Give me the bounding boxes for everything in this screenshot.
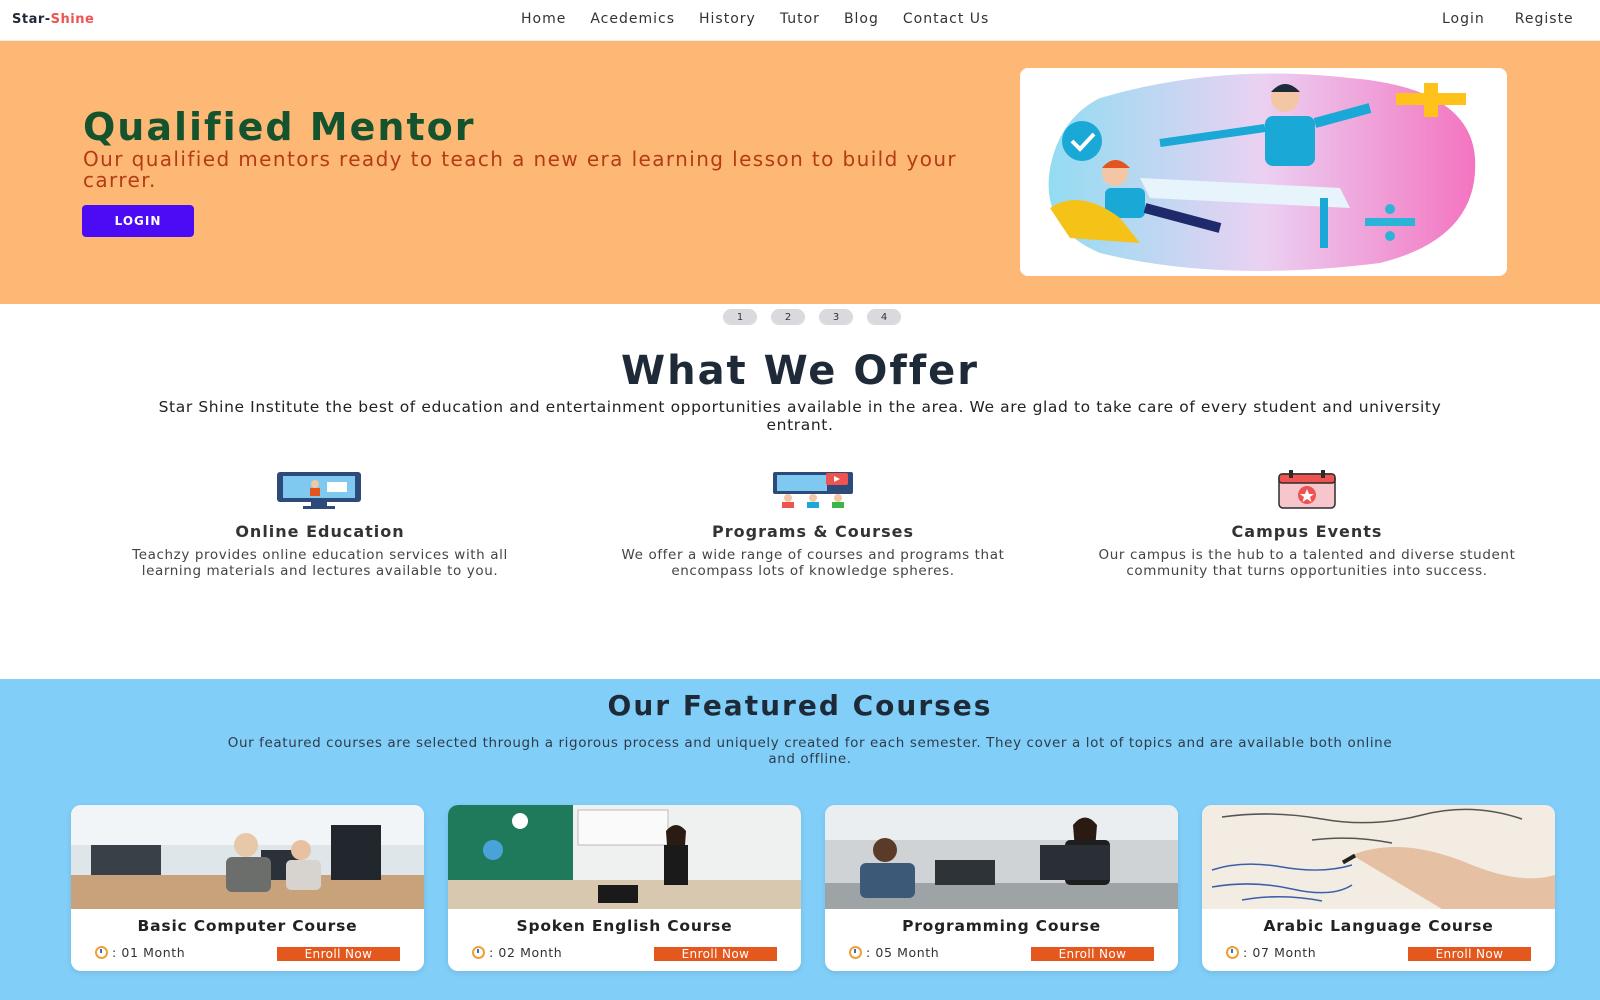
nav-register[interactable]: Registe bbox=[1515, 11, 1574, 27]
featured-courses-section: Our Featured Courses Our featured course… bbox=[0, 679, 1600, 1000]
nav-home[interactable]: Home bbox=[521, 11, 566, 27]
course-duration: : 05 Month bbox=[849, 945, 939, 960]
clock-icon bbox=[849, 946, 862, 959]
enroll-now-button[interactable]: Enroll Now bbox=[277, 947, 400, 961]
brand-part2: Shine bbox=[50, 12, 95, 27]
duration-text: : 05 Month bbox=[866, 945, 940, 960]
nav-tutor[interactable]: Tutor bbox=[780, 11, 820, 27]
nav-blog[interactable]: Blog bbox=[844, 11, 879, 27]
enroll-now-button[interactable]: Enroll Now bbox=[1031, 947, 1154, 961]
brand-logo[interactable]: Star-Shine bbox=[12, 12, 94, 27]
feature-description: Teachzy provides online education servic… bbox=[132, 547, 508, 579]
hero-carousel: Qualified Mentor Our qualified mentors r… bbox=[0, 41, 1600, 304]
courses-subtitle: Our featured courses are selected throug… bbox=[227, 735, 1393, 767]
programs-courses-icon bbox=[768, 470, 858, 510]
hero-subtitle: Our qualified mentors ready to teach a n… bbox=[83, 147, 958, 192]
course-duration: : 07 Month bbox=[1226, 945, 1316, 960]
enroll-now-button[interactable]: Enroll Now bbox=[654, 947, 777, 961]
feature-title: Programs & Courses bbox=[712, 522, 914, 541]
nav-history[interactable]: History bbox=[699, 11, 756, 27]
hero-title: Qualified Mentor bbox=[83, 105, 476, 149]
nav-academics[interactable]: Acedemics bbox=[590, 11, 675, 27]
clock-icon bbox=[95, 946, 108, 959]
offer-subtitle: Star Shine Institute the best of educati… bbox=[158, 398, 1442, 434]
main-nav: Home Acedemics History Tutor Blog Contac… bbox=[521, 11, 1013, 27]
duration-text: : 02 Month bbox=[489, 945, 563, 960]
carousel-indicators: 1 2 3 4 bbox=[723, 309, 901, 325]
course-title: Arabic Language Course bbox=[1263, 917, 1494, 935]
course-duration: : 01 Month bbox=[95, 945, 185, 960]
enroll-now-button[interactable]: Enroll Now bbox=[1408, 947, 1531, 961]
course-title: Spoken English Course bbox=[516, 917, 733, 935]
course-card[interactable]: Spoken English Course : 02 Month Enroll … bbox=[448, 805, 801, 971]
course-image-english-class bbox=[448, 805, 801, 909]
duration-text: : 07 Month bbox=[1243, 945, 1317, 960]
feature-description: Our campus is the hub to a talented and … bbox=[1098, 547, 1516, 579]
course-card[interactable]: Basic Computer Course : 01 Month Enroll … bbox=[71, 805, 424, 971]
offer-title: What We Offer bbox=[620, 348, 980, 394]
hero-illustration bbox=[1020, 68, 1507, 276]
feature-title: Campus Events bbox=[1231, 522, 1383, 541]
slide-indicator-1[interactable]: 1 bbox=[723, 309, 757, 325]
course-card[interactable]: Arabic Language Course : 07 Month Enroll… bbox=[1202, 805, 1555, 971]
course-duration: : 02 Month bbox=[472, 945, 562, 960]
auth-nav: Login Registe bbox=[1442, 11, 1600, 27]
nav-login[interactable]: Login bbox=[1442, 11, 1485, 27]
feature-online-education: Online Education Teachzy provides online… bbox=[110, 470, 530, 579]
feature-title: Online Education bbox=[235, 522, 405, 541]
slide-indicator-4[interactable]: 4 bbox=[867, 309, 901, 325]
navbar: Star-Shine Home Acedemics History Tutor … bbox=[0, 0, 1600, 41]
brand-part1: Star- bbox=[12, 12, 51, 27]
course-image-arabic-whiteboard bbox=[1202, 805, 1555, 909]
online-education-icon bbox=[275, 470, 365, 510]
campus-events-icon bbox=[1262, 470, 1352, 510]
feature-description: We offer a wide range of courses and pro… bbox=[621, 547, 1005, 579]
course-title: Basic Computer Course bbox=[137, 917, 358, 935]
course-image-computer-lab bbox=[71, 805, 424, 909]
nav-contact[interactable]: Contact Us bbox=[903, 11, 989, 27]
clock-icon bbox=[1226, 946, 1239, 959]
feature-programs-courses: Programs & Courses We offer a wide range… bbox=[603, 470, 1023, 579]
hero-login-button[interactable]: LOGIN bbox=[82, 205, 194, 237]
course-title: Programming Course bbox=[902, 917, 1101, 935]
clock-icon bbox=[472, 946, 485, 959]
course-card[interactable]: Programming Course : 05 Month Enroll Now bbox=[825, 805, 1178, 971]
course-image-programming bbox=[825, 805, 1178, 909]
slide-indicator-2[interactable]: 2 bbox=[771, 309, 805, 325]
slide-indicator-3[interactable]: 3 bbox=[819, 309, 853, 325]
courses-title: Our Featured Courses bbox=[607, 689, 993, 722]
feature-campus-events: Campus Events Our campus is the hub to a… bbox=[1097, 470, 1517, 579]
duration-text: : 01 Month bbox=[112, 945, 186, 960]
